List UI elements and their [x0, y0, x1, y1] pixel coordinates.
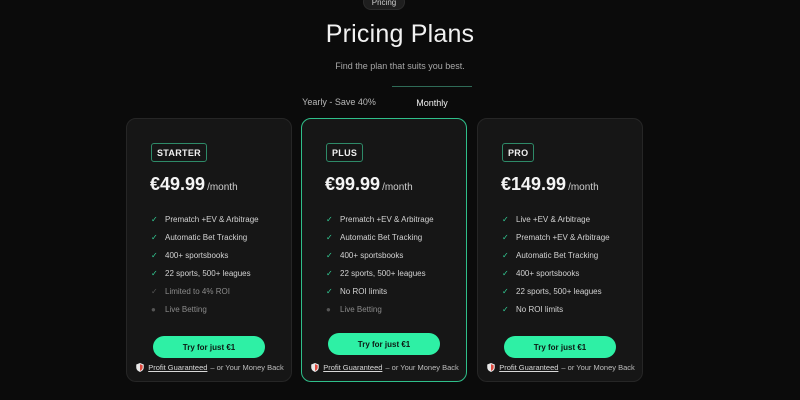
feature-list: ✓ Prematch +EV & Arbitrage ✓ Automatic Bet… — [326, 210, 434, 318]
feature-item: ✓ 22 sports, 500+ leagues — [151, 264, 259, 282]
feature-label: 400+ sportsbooks — [165, 250, 229, 260]
feature-label: 400+ sportsbooks — [516, 268, 580, 278]
feature-list: ✓ Prematch +EV & Arbitrage ✓ Automatic Bet… — [151, 210, 259, 318]
plan-card-starter: STARTER €49.99 /month ✓ Prematch +EV & Ar… — [126, 118, 292, 382]
feature-label: Automatic Bet Tracking — [165, 232, 248, 242]
feature-label: 22 sports, 500+ leagues — [516, 286, 602, 296]
check-icon: ✓ — [502, 304, 509, 314]
plan-price: €149.99 /month — [501, 174, 599, 195]
feature-label: Prematch +EV & Arbitrage — [516, 232, 610, 242]
pricing-pill: Pricing — [363, 0, 405, 10]
feature-label: Prematch +EV & Arbitrage — [165, 214, 259, 224]
money-back-guarantee: Profit Guaranteed – or Your Money Back — [478, 363, 644, 372]
money-back-guarantee: Profit Guaranteed – or Your Money Back — [127, 363, 293, 372]
profit-guaranteed-link[interactable]: Profit Guaranteed — [148, 363, 207, 372]
shield-icon — [487, 363, 495, 372]
feature-item: ✓ Prematch +EV & Arbitrage — [151, 210, 259, 228]
feature-item: ✓ Automatic Bet Tracking — [151, 228, 259, 246]
feature-item: ✓ Automatic Bet Tracking — [326, 228, 434, 246]
price-period: /month — [568, 182, 599, 193]
plan-badge: STARTER — [151, 143, 207, 162]
try-plan-button[interactable]: Try for just €1 — [328, 333, 440, 355]
check-icon: ✓ — [502, 286, 509, 296]
profit-guaranteed-link[interactable]: Profit Guaranteed — [323, 363, 382, 372]
check-icon: ✓ — [326, 250, 333, 260]
shield-icon — [311, 363, 319, 372]
feature-list: ✓ Live +EV & Arbitrage ✓ Prematch +EV & Ar… — [502, 210, 610, 318]
dot-icon: ● — [151, 304, 156, 314]
check-icon: ✓ — [502, 214, 509, 224]
try-plan-button[interactable]: Try for just €1 — [504, 336, 616, 358]
check-icon: ✓ — [151, 232, 158, 242]
feature-label: Prematch +EV & Arbitrage — [340, 214, 434, 224]
feature-item: ✓ 400+ sportsbooks — [326, 246, 434, 264]
guarantee-text: – or Your Money Back — [385, 363, 459, 372]
plan-card-pro: PRO €149.99 /month ✓ Live +EV & Arbitrage… — [477, 118, 643, 382]
check-icon: ✓ — [326, 286, 333, 296]
check-icon: ✓ — [151, 250, 158, 260]
feature-item: ✓ No ROI limits — [502, 300, 610, 318]
feature-label: No ROI limits — [516, 304, 564, 314]
feature-label: 400+ sportsbooks — [340, 250, 404, 260]
feature-item: ✓ No ROI limits — [326, 282, 434, 300]
page-subtitle: Find the plan that suits you best. — [335, 61, 465, 71]
money-back-guarantee: Profit Guaranteed – or Your Money Back — [302, 363, 468, 372]
guarantee-text: – or Your Money Back — [561, 363, 635, 372]
feature-item-excluded: ● Live Betting — [326, 300, 434, 318]
feature-label: Limited to 4% ROI — [165, 286, 230, 296]
check-icon: ✓ — [326, 214, 333, 224]
feature-label: 22 sports, 500+ leagues — [340, 268, 426, 278]
feature-label: 22 sports, 500+ leagues — [165, 268, 251, 278]
billing-toggle-yearly[interactable]: Yearly - Save 40% — [300, 97, 378, 107]
guarantee-text: – or Your Money Back — [210, 363, 284, 372]
feature-item: ✓ Live +EV & Arbitrage — [502, 210, 610, 228]
dot-icon: ● — [326, 304, 331, 314]
feature-item: ✓ Automatic Bet Tracking — [502, 246, 610, 264]
feature-item: ✓ 400+ sportsbooks — [151, 246, 259, 264]
feature-label: Live +EV & Arbitrage — [516, 214, 591, 224]
shield-icon — [136, 363, 144, 372]
billing-toggle-monthly[interactable]: Monthly — [392, 86, 472, 112]
check-icon: ✓ — [151, 214, 158, 224]
feature-label: No ROI limits — [340, 286, 388, 296]
feature-item: ✓ 22 sports, 500+ leagues — [326, 264, 434, 282]
price-period: /month — [207, 182, 238, 193]
page-title: Pricing Plans — [325, 20, 475, 48]
check-icon: ✓ — [326, 232, 333, 242]
feature-item-excluded: ✓ Limited to 4% ROI — [151, 282, 259, 300]
check-icon: ✓ — [502, 250, 509, 260]
check-icon: ✓ — [502, 232, 509, 242]
plan-card-plus: PLUS €99.99 /month ✓ Prematch +EV & Arbit… — [301, 118, 467, 382]
feature-item-excluded: ● Live Betting — [151, 300, 259, 318]
try-plan-button[interactable]: Try for just €1 — [153, 336, 265, 358]
check-icon: ✓ — [326, 268, 333, 278]
check-icon: ✓ — [151, 268, 158, 278]
dot-icon: ✓ — [151, 286, 158, 296]
feature-item: ✓ Prematch +EV & Arbitrage — [502, 228, 610, 246]
price-amount: €49.99 — [150, 174, 206, 194]
feature-label: Automatic Bet Tracking — [340, 232, 423, 242]
plan-badge: PRO — [502, 143, 535, 162]
profit-guaranteed-link[interactable]: Profit Guaranteed — [499, 363, 558, 372]
feature-label: Automatic Bet Tracking — [516, 250, 599, 260]
price-period: /month — [382, 182, 413, 193]
feature-label: Live Betting — [340, 304, 382, 314]
feature-item: ✓ 22 sports, 500+ leagues — [502, 282, 610, 300]
price-amount: €149.99 — [501, 174, 567, 194]
check-icon: ✓ — [502, 268, 509, 278]
price-amount: €99.99 — [325, 174, 381, 194]
plan-price: €49.99 /month — [150, 174, 238, 195]
feature-label: Live Betting — [165, 304, 207, 314]
plan-badge: PLUS — [326, 143, 364, 162]
feature-item: ✓ Prematch +EV & Arbitrage — [326, 210, 434, 228]
plan-price: €99.99 /month — [325, 174, 413, 195]
feature-item: ✓ 400+ sportsbooks — [502, 264, 610, 282]
